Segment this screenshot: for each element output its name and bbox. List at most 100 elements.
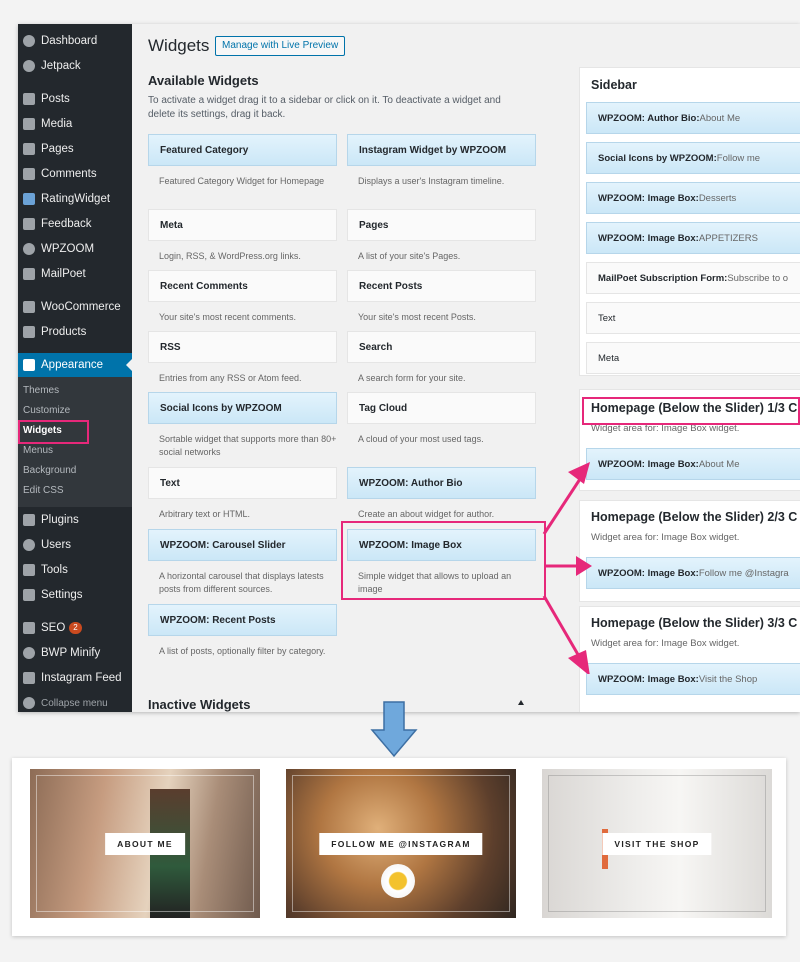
sidebar-widget-area[interactable]: Sidebar WPZOOM: Author Bio: About Me Soc… [579,67,800,376]
widget-desc: A list of posts, optionally filter by ca… [159,646,326,656]
sidebar-item-tools[interactable]: Tools [18,558,132,582]
widget-desc: A search form for your site. [358,373,466,383]
sidebar-item-settings[interactable]: Settings [18,583,132,607]
sidebar-widget-meta[interactable]: Meta [586,342,800,374]
down-arrow-icon [370,701,418,758]
admin-sidebar: Dashboard Jetpack Posts Media Pages Comm… [18,24,132,712]
sidebar-item-mailpoet[interactable]: MailPoet [18,262,132,286]
sidebar-item-media[interactable]: Media [18,112,132,136]
homepage-preview-strip: ABOUT ME FOLLOW ME @INSTAGRAM VISIT THE … [12,758,786,936]
jetpack-icon [23,60,35,72]
dashboard-icon [23,35,35,47]
sidebar-widget-image-box-appetizers[interactable]: WPZOOM: Image Box: APPETIZERS [586,222,800,254]
submenu-edit-css[interactable]: Edit CSS [23,483,64,499]
sidebar-item-woocommerce[interactable]: WooCommerce [18,295,132,319]
sidebar-item-instagram-feed[interactable]: Instagram Feed [18,666,132,690]
sidebar-widget-social-icons[interactable]: Social Icons by WPZOOM: Follow me [586,142,800,174]
image-box-highlight-box [341,521,546,600]
widgets-highlight-box [18,420,89,444]
sidebar-item-comments[interactable]: Comments [18,162,132,186]
settings-icon [23,589,35,601]
homepage-title-highlight-box [582,397,800,425]
inactive-widgets-title: Inactive Widgets [148,697,251,712]
sidebar-item-products[interactable]: Products [18,320,132,344]
widget-social-icons[interactable]: Social Icons by WPZOOM [148,392,337,424]
sidebar-item-wpzoom[interactable]: WPZOOM [18,237,132,261]
sidebar-item-feedback[interactable]: Feedback [18,212,132,236]
sidebar-item-dashboard[interactable]: Dashboard [18,29,132,53]
widget-recent-comments[interactable]: Recent Comments [148,270,337,302]
widget-rss[interactable]: RSS [148,331,337,363]
collapse-icon [23,697,35,709]
homepage-area-3[interactable]: Homepage (Below the Slider) 3/3 C Widget… [579,606,800,712]
widget-pages[interactable]: Pages [347,209,536,241]
sidebar-widget-image-box-desserts[interactable]: WPZOOM: Image Box: Desserts [586,182,800,214]
comment-icon [23,168,35,180]
widget-desc: Arbitrary text or HTML. [159,509,251,519]
homepage-area-2-widget[interactable]: WPZOOM: Image Box: Follow me @Instagra [586,557,800,589]
collapse-arrow-icon[interactable] [518,700,524,705]
homepage-area-3-widget[interactable]: WPZOOM: Image Box: Visit the Shop [586,663,800,695]
sidebar-item-posts[interactable]: Posts [18,87,132,111]
sidebar-collapse-menu[interactable]: Collapse menu [18,691,132,712]
widget-desc: Login, RSS, & WordPress.org links. [159,251,301,261]
seo-icon [23,622,35,634]
gear-icon [23,647,35,659]
widget-desc: A list of your site's Pages. [358,251,461,261]
mailpoet-icon [23,268,35,280]
submenu-menus[interactable]: Menus [23,443,53,459]
widget-featured-category[interactable]: Featured Category [148,134,337,166]
sidebar-widget-author-bio[interactable]: WPZOOM: Author Bio: About Me [586,102,800,134]
homepage-area-2[interactable]: Homepage (Below the Slider) 2/3 C Widget… [579,500,800,602]
visit-shop-button[interactable]: VISIT THE SHOP [602,832,712,855]
pin-icon [23,93,35,105]
sidebar-item-bwp-minify[interactable]: BWP Minify [18,641,132,665]
widget-author-bio[interactable]: WPZOOM: Author Bio [347,467,536,499]
widget-wpzoom-recent-posts[interactable]: WPZOOM: Recent Posts [148,604,337,636]
submenu-background[interactable]: Background [23,463,76,479]
homepage-area-2-title: Homepage (Below the Slider) 2/3 C [591,510,798,524]
page-title: Widgets [148,36,210,55]
sidebar-item-jetpack[interactable]: Jetpack [18,54,132,78]
widget-desc: A horizontal carousel that displays late… [159,571,324,594]
sidebar-widget-mailpoet[interactable]: MailPoet Subscription Form: Subscribe to… [586,262,800,294]
widget-desc: Featured Category Widget for Homepage [159,176,325,186]
widget-search[interactable]: Search [347,331,536,363]
woo-icon [23,301,35,313]
sidebar-item-ratingwidget[interactable]: RatingWidget [18,187,132,211]
widget-text[interactable]: Text [148,467,337,499]
widget-instagram[interactable]: Instagram Widget by WPZOOM [347,134,536,166]
widget-carousel-slider[interactable]: WPZOOM: Carousel Slider [148,529,337,561]
manage-live-preview-button[interactable]: Manage with Live Preview [215,36,346,56]
widget-recent-posts[interactable]: Recent Posts [347,270,536,302]
follow-instagram-button[interactable]: FOLLOW ME @INSTAGRAM [319,832,483,855]
wrench-icon [23,564,35,576]
wpzoom-icon [23,243,35,255]
widget-tag-cloud[interactable]: Tag Cloud [347,392,536,424]
homepage-area-2-desc: Widget area for: Image Box widget. [591,532,740,543]
preview-tile-shop[interactable]: VISIT THE SHOP [542,769,772,918]
submenu-customize[interactable]: Customize [23,403,70,419]
widget-desc: Sortable widget that supports more than … [159,434,337,457]
media-icon [23,118,35,130]
sidebar-item-seo[interactable]: SEO 2 [18,616,132,640]
sidebar-item-appearance[interactable]: Appearance [18,353,132,377]
preview-tile-about-me[interactable]: ABOUT ME [30,769,260,918]
about-me-button[interactable]: ABOUT ME [105,832,185,855]
preview-tile-instagram[interactable]: FOLLOW ME @INSTAGRAM [286,769,516,918]
widget-desc: Displays a user's Instagram timeline. [358,176,505,186]
sidebar-item-users[interactable]: Users [18,533,132,557]
feedback-icon [23,218,35,230]
pink-arrows-icon [542,462,592,674]
widget-meta[interactable]: Meta [148,209,337,241]
submenu-themes[interactable]: Themes [23,383,59,399]
sidebar-item-plugins[interactable]: Plugins [18,508,132,532]
homepage-area-1-widget[interactable]: WPZOOM: Image Box: About Me [586,448,800,480]
sidebar-item-pages[interactable]: Pages [18,137,132,161]
active-menu-arrow [126,359,132,371]
brush-icon [23,359,35,371]
sidebar-widget-text[interactable]: Text [586,302,800,334]
available-widgets-description: To activate a widget drag it to a sideba… [148,95,501,120]
product-icon [23,326,35,338]
page-icon [23,143,35,155]
